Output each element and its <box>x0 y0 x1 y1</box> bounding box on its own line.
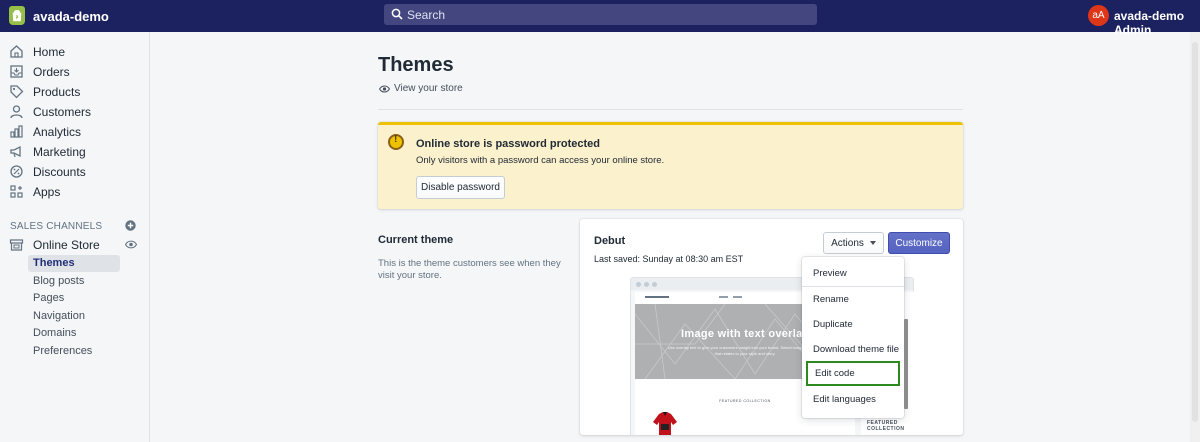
sidebar-item-online-store[interactable]: Online Store <box>0 235 150 255</box>
eye-icon <box>379 84 390 93</box>
page-scrollbar[interactable] <box>1190 32 1200 442</box>
menu-separator <box>802 286 904 287</box>
theme-name: Debut <box>594 235 626 247</box>
preview-nav-link <box>719 296 728 298</box>
search-bar[interactable] <box>384 4 817 25</box>
banner-title: Online store is password protected <box>416 138 600 150</box>
sidebar-item-label: Online Store <box>33 238 100 252</box>
caret-down-icon <box>869 240 876 245</box>
last-saved: Last saved: Sunday at 08:30 am EST <box>594 254 744 264</box>
sidebar-item-label: Analytics <box>33 125 82 139</box>
discount-icon <box>10 165 23 178</box>
banner-text: Only visitors with a password can access… <box>416 155 665 166</box>
sales-channels-title: SALES CHANNELS <box>10 221 103 232</box>
sidebar-item-label: Products <box>33 85 81 99</box>
add-channel-plus-icon[interactable] <box>125 220 136 231</box>
sidebar: Home Orders Products Customers Analytics… <box>0 32 150 442</box>
menu-item-edit-languages[interactable]: Edit languages <box>802 389 904 411</box>
search-icon <box>391 8 403 20</box>
subitem-label: Preferences <box>33 345 93 357</box>
disable-password-button[interactable]: Disable password <box>416 176 505 199</box>
eye-icon[interactable] <box>125 240 137 249</box>
store-name[interactable]: avada-demo <box>33 9 109 24</box>
apps-icon <box>10 185 23 198</box>
home-icon <box>10 45 23 58</box>
menu-item-download-theme-file[interactable]: Download theme file <box>802 339 904 361</box>
subitem-label: Pages <box>33 292 65 304</box>
sidebar-item-products[interactable]: Products <box>0 82 150 102</box>
subitem-label: Domains <box>33 327 77 339</box>
sidebar-item-discounts[interactable]: Discounts <box>0 162 150 182</box>
subitem-label: Navigation <box>33 310 85 322</box>
sidebar-subitem-domains[interactable]: Domains <box>28 325 120 342</box>
current-theme-description: This is the theme customers see when the… <box>378 258 561 282</box>
sidebar-item-label: Apps <box>33 185 61 199</box>
storefront-icon <box>9 239 24 251</box>
menu-item-label: Edit languages <box>813 394 876 405</box>
jacket-product-image <box>653 412 677 435</box>
menu-item-edit-code[interactable]: Edit code <box>806 361 900 386</box>
subitem-label: Blog posts <box>33 275 85 287</box>
orders-icon <box>10 65 23 78</box>
person-icon <box>10 105 23 119</box>
menu-item-preview[interactable]: Preview <box>802 263 904 285</box>
password-banner: Online store is password protected Only … <box>378 122 963 209</box>
view-store-link[interactable]: View your store <box>379 83 463 94</box>
scroll-thumb[interactable] <box>1192 42 1198 422</box>
sidebar-item-apps[interactable]: Apps <box>0 182 150 202</box>
sidebar-subitem-themes[interactable]: Themes <box>28 255 120 272</box>
menu-item-label: Edit code <box>815 368 855 379</box>
sidebar-subitem-blog-posts[interactable]: Blog posts <box>28 273 120 290</box>
actions-label: Actions <box>831 237 864 249</box>
top-bar: avada-demo aA avada-demo Admin <box>0 0 1200 37</box>
bar-chart-icon <box>10 125 23 138</box>
menu-item-label: Rename <box>813 294 849 305</box>
sidebar-item-label: Discounts <box>33 165 86 179</box>
subitem-label: Themes <box>33 257 75 269</box>
sidebar-item-label: Marketing <box>33 145 86 159</box>
tag-icon <box>10 85 24 99</box>
window-dot <box>636 282 641 287</box>
menu-item-label: Duplicate <box>813 319 853 330</box>
page-title: Themes <box>378 54 454 76</box>
preview-hero-subtitle: Use overlay text to give your customers … <box>667 345 823 356</box>
preview-scroll-thumb[interactable] <box>904 319 908 409</box>
customize-button[interactable]: Customize <box>888 232 950 254</box>
window-dot <box>644 282 649 287</box>
sidebar-item-analytics[interactable]: Analytics <box>0 122 150 142</box>
menu-item-label: Preview <box>813 268 847 279</box>
sidebar-subitem-navigation[interactable]: Navigation <box>28 308 120 325</box>
preview-mobile-featured-label: FEATURED COLLECTION <box>867 420 905 432</box>
preview-nav-link <box>733 296 742 298</box>
sidebar-item-label: Orders <box>33 65 70 79</box>
divider <box>378 109 963 110</box>
current-theme-heading: Current theme <box>378 234 454 246</box>
actions-menu: Preview Rename Duplicate Download theme … <box>802 257 908 418</box>
menu-item-label: Download theme file <box>813 344 900 355</box>
menu-item-rename[interactable]: Rename <box>802 289 904 311</box>
sidebar-subitem-preferences[interactable]: Preferences <box>28 343 120 360</box>
view-store-label: View your store <box>394 83 463 94</box>
actions-button[interactable]: Actions <box>823 232 884 254</box>
menu-item-duplicate[interactable]: Duplicate <box>802 314 904 336</box>
megaphone-icon <box>10 145 21 158</box>
avatar[interactable]: aA <box>1088 5 1109 26</box>
sidebar-item-orders[interactable]: Orders <box>0 62 150 82</box>
warning-icon <box>388 134 404 150</box>
sidebar-item-label: Home <box>33 45 66 59</box>
user-name[interactable]: avada-demo Admin <box>1114 9 1200 37</box>
sidebar-item-home[interactable]: Home <box>0 42 150 62</box>
sidebar-item-customers[interactable]: Customers <box>0 102 150 122</box>
preview-brand-bar <box>645 296 669 298</box>
sidebar-item-marketing[interactable]: Marketing <box>0 142 150 162</box>
shopify-bag-icon[interactable] <box>9 6 25 25</box>
search-input[interactable] <box>407 4 807 25</box>
sidebar-item-label: Customers <box>33 105 92 119</box>
sidebar-subitem-pages[interactable]: Pages <box>28 290 120 307</box>
window-dot <box>652 282 657 287</box>
